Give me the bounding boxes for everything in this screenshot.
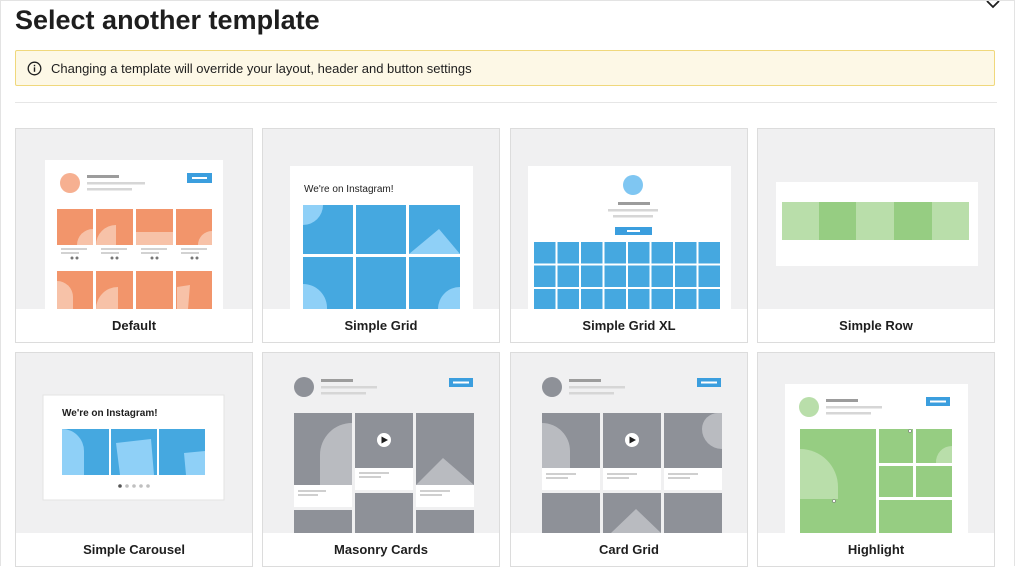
close-icon <box>986 0 1000 9</box>
template-card-simple-grid-xl[interactable]: Simple Grid XL <box>510 128 748 343</box>
template-label: Simple Carousel <box>83 542 185 557</box>
template-label: Simple Row <box>839 318 913 333</box>
template-preview-simple-row <box>758 129 994 309</box>
dialog: Select another template Changing a templ… <box>0 0 1015 567</box>
template-label: Highlight <box>847 542 905 557</box>
template-preview-highlight <box>758 353 994 533</box>
notice-message: Changing a template will override your l… <box>51 61 472 76</box>
template-label: Masonry Cards <box>334 542 428 557</box>
preview-heading: We're on Instagram! <box>62 408 158 419</box>
template-card-highlight[interactable]: Highlight <box>757 352 995 567</box>
template-label: Card Grid <box>599 542 659 557</box>
template-label: Default <box>111 318 157 333</box>
close-button[interactable] <box>984 0 1002 15</box>
template-card-masonry-cards[interactable]: Masonry Cards <box>262 352 500 567</box>
template-preview-masonry-cards <box>263 353 499 533</box>
template-warning-notice: Changing a template will override your l… <box>15 50 995 86</box>
template-card-card-grid[interactable]: Card Grid <box>510 352 748 567</box>
info-icon <box>27 61 42 76</box>
template-card-simple-grid[interactable]: We're on Instagram! Simple Grid <box>262 128 500 343</box>
divider <box>15 102 997 103</box>
dialog-title: Select another template <box>15 5 320 35</box>
template-card-simple-row[interactable]: Simple Row <box>757 128 995 343</box>
template-preview-simple-grid-xl <box>511 129 747 309</box>
template-label: Simple Grid XL <box>582 318 676 333</box>
template-preview-card-grid <box>511 353 747 533</box>
template-label: Simple Grid <box>344 318 418 333</box>
template-preview-simple-grid: We're on Instagram! <box>263 129 499 309</box>
preview-heading: We're on Instagram! <box>304 184 394 195</box>
template-preview-simple-carousel: We're on Instagram! <box>16 353 252 533</box>
template-preview-default <box>16 129 252 309</box>
template-card-default[interactable]: Default <box>15 128 253 343</box>
template-card-simple-carousel[interactable]: We're on Instagram! Simple Carousel <box>15 352 253 567</box>
